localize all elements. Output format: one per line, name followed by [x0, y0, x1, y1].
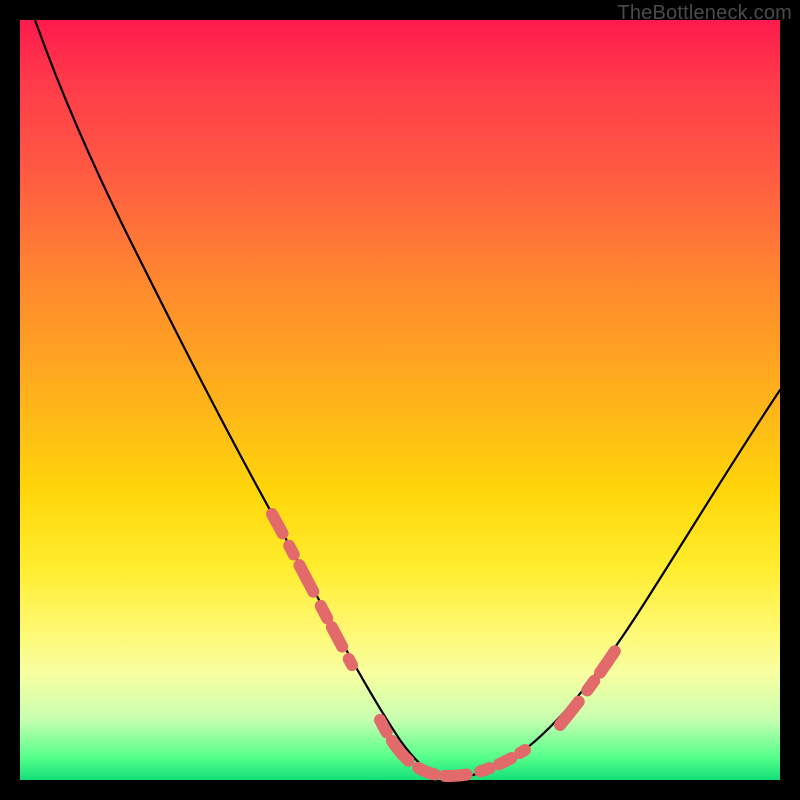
chart-frame: TheBottleneck.com: [0, 0, 800, 800]
highlight-bottom: [380, 720, 525, 776]
highlight-left: [272, 514, 352, 665]
curve-path: [35, 20, 780, 778]
plot-area: [20, 20, 780, 780]
bottleneck-curve: [20, 20, 780, 780]
